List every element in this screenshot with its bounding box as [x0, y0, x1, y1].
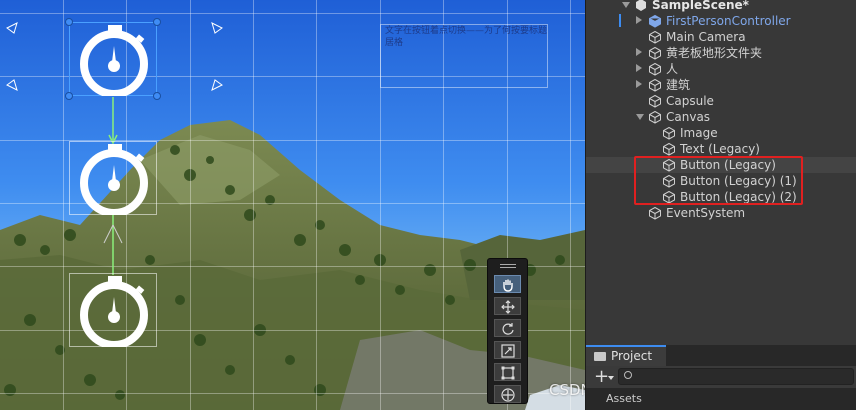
hierarchy-item-label: Capsule [666, 94, 714, 108]
anchor-top-left-icon[interactable] [6, 22, 18, 34]
search-icon [624, 371, 632, 379]
hierarchy-item[interactable]: Text (Legacy) [586, 141, 856, 157]
hierarchy-item[interactable]: 人 [586, 61, 856, 77]
grid-line [0, 13, 585, 14]
hierarchy-item-label: FirstPersonController [666, 14, 791, 28]
scale-tool-button[interactable] [494, 341, 521, 359]
resize-handle[interactable] [65, 18, 73, 26]
scene-tools-overlay[interactable] [487, 258, 528, 404]
gameobject-cube-icon [649, 30, 661, 44]
hierarchy-item-label: Text (Legacy) [680, 142, 760, 156]
hand-tool-button[interactable] [494, 275, 521, 293]
rect-tool-button[interactable] [494, 363, 521, 381]
rotate-tool-button[interactable] [494, 319, 521, 337]
text-legacy-object[interactable]: 文字在按钮着点切换——为了何按要标题居格 [380, 24, 548, 88]
hierarchy-item[interactable]: Capsule [586, 93, 856, 109]
anchor-bottom-right-icon[interactable] [211, 79, 223, 91]
hierarchy-item-label: Main Camera [666, 30, 746, 44]
gameobject-cube-icon [649, 110, 661, 124]
chevron-right-icon[interactable] [636, 16, 642, 24]
gameobject-cube-icon [663, 142, 675, 156]
transform-tool-button[interactable] [494, 385, 521, 403]
grid-line [570, 0, 571, 410]
hierarchy-item[interactable]: FirstPersonController [586, 13, 856, 29]
drag-grip-icon[interactable] [500, 264, 516, 265]
chevron-down-icon[interactable] [608, 376, 614, 380]
hierarchy-item-label: Canvas [666, 110, 711, 124]
hierarchy-item[interactable]: Image [586, 125, 856, 141]
gameobject-cube-icon [649, 94, 661, 108]
project-panel[interactable]: Project + Assets [585, 345, 856, 410]
hierarchy-item-label: 黄老板地形文件夹 [666, 46, 763, 60]
expand-arrow-icon[interactable] [622, 2, 630, 8]
hierarchy-item[interactable]: 建筑 [586, 77, 856, 93]
watermark: CSDN @我的巨剑能轻松搅动潮汐 [549, 381, 585, 399]
grid-line [316, 0, 317, 410]
move-icon [501, 300, 515, 314]
anchor-bottom-left-icon[interactable] [6, 79, 18, 91]
gameobject-cube-icon [649, 62, 661, 76]
gameobject-cube-icon [649, 206, 661, 220]
scene-view[interactable]: 文字在按钮着点切换——为了何按要标题居格 CSD [0, 0, 585, 410]
hand-icon [503, 279, 513, 292]
project-toolbar: + [586, 366, 856, 388]
hierarchy-item-label: EventSystem [666, 206, 746, 220]
hierarchy-item[interactable]: Main Camera [586, 29, 856, 45]
gameobject-cube-icon [649, 46, 661, 60]
gameobject-cube-icon [663, 126, 675, 140]
resize-handle[interactable] [65, 92, 73, 100]
grid-line [190, 0, 191, 410]
unity-scene-icon [636, 0, 646, 11]
stopwatch-icon [80, 25, 148, 96]
scale-icon [501, 344, 515, 358]
hierarchy-item[interactable]: EventSystem [586, 205, 856, 221]
grid-line [253, 0, 254, 410]
rotate-icon [502, 323, 514, 335]
stopwatch-icon [80, 144, 148, 215]
anchor-top-right-icon[interactable] [211, 22, 223, 34]
stopwatch-icon [80, 276, 148, 347]
transform-icon [501, 388, 515, 402]
rect-transform-icon [501, 366, 515, 380]
add-asset-button[interactable]: + [594, 366, 609, 388]
assets-folder-row[interactable]: Assets [586, 388, 856, 410]
text-legacy-content: 文字在按钮着点切换——为了何按要标题居格 [385, 26, 548, 48]
gameobject-cube-icon [649, 78, 661, 92]
prefab-cube-icon [649, 14, 661, 28]
chevron-right-icon[interactable] [636, 80, 642, 88]
tab-project[interactable]: Project [586, 345, 666, 366]
folder-icon [594, 352, 606, 361]
chevron-right-icon[interactable] [636, 64, 642, 72]
scene-name: SampleScene* [652, 0, 749, 12]
assets-label: Assets [606, 392, 642, 405]
hierarchy-item[interactable]: 黄老板地形文件夹 [586, 45, 856, 61]
highlight-annotation [634, 156, 803, 205]
project-search-input[interactable] [618, 368, 854, 385]
move-tool-button[interactable] [494, 297, 521, 315]
hierarchy-item-label: 建筑 [666, 78, 691, 92]
chevron-right-icon[interactable] [636, 48, 642, 56]
tab-project-label: Project [611, 349, 653, 363]
hierarchy-scene-row[interactable]: SampleScene* [586, 0, 856, 13]
hierarchy-item[interactable]: Canvas [586, 109, 856, 125]
prefab-override-marker [619, 14, 621, 27]
chevron-down-icon[interactable] [636, 114, 644, 120]
hierarchy-item-label: 人 [666, 62, 679, 76]
hierarchy-item-label: Image [680, 126, 718, 140]
grid-line [63, 0, 64, 410]
